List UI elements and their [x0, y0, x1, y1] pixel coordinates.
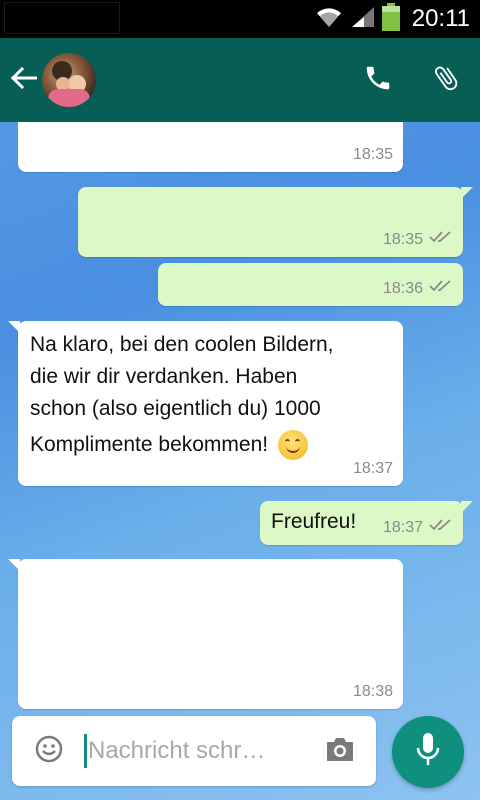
message-time: 18:37	[352, 460, 393, 477]
chat-app-bar	[0, 38, 480, 122]
status-notification-area	[4, 2, 120, 34]
message-incoming[interactable]: Na klaro, bei den coolen Bildern, die wi…	[8, 321, 403, 486]
status-time: 20:11	[411, 5, 470, 32]
read-receipt-icon	[429, 230, 453, 249]
message-meta: 18:35	[383, 230, 453, 249]
message-time: 18:37	[382, 518, 423, 536]
paperclip-icon	[431, 62, 461, 99]
read-receipt-icon	[429, 279, 453, 298]
message-meta: 18:37	[383, 518, 453, 537]
message-input[interactable]	[88, 732, 308, 770]
message-incoming[interactable]: 18:38	[8, 559, 403, 709]
message-incoming[interactable]: 18:35	[18, 122, 403, 172]
voice-message-button[interactable]	[392, 716, 464, 788]
attach-button[interactable]	[428, 62, 464, 98]
back-button[interactable]	[8, 60, 40, 100]
message-text-line: Na klaro, bei den coolen Bildern,	[30, 333, 334, 356]
status-icons: 20:11	[314, 0, 470, 38]
message-outgoing[interactable]: Freufreu! 18:37	[260, 501, 473, 545]
message-meta: 18:35	[353, 146, 393, 164]
message-text-line: die wir dir verdanken. Haben	[30, 365, 298, 388]
text-cursor	[84, 734, 87, 768]
message-meta: 18:37	[353, 460, 393, 478]
status-bar: 20:11	[0, 0, 480, 38]
smiling-face-icon	[277, 430, 308, 461]
emoji-icon	[34, 734, 64, 769]
camera-button[interactable]	[322, 734, 358, 768]
microphone-icon	[413, 730, 443, 775]
message-text-line: Komplimente bekommen!	[30, 433, 269, 456]
signal-icon	[350, 5, 376, 34]
camera-icon	[324, 735, 356, 768]
message-composer	[12, 716, 376, 786]
message-time: 18:38	[352, 683, 393, 700]
message-meta: 18:36	[383, 279, 453, 298]
message-text-line: schon (also eigentlich du) 1000	[30, 397, 321, 420]
battery-icon	[381, 2, 400, 36]
back-arrow-icon	[10, 66, 38, 94]
wifi-icon	[314, 5, 344, 34]
read-receipt-icon	[429, 518, 453, 537]
message-outgoing[interactable]: 18:35	[78, 187, 473, 257]
message-meta: 18:38	[353, 683, 393, 701]
contact-avatar[interactable]	[42, 53, 96, 107]
emoji-button[interactable]	[32, 734, 66, 768]
message-time: 18:35	[382, 230, 423, 248]
message-time: 18:35	[352, 146, 393, 163]
message-time: 18:36	[382, 279, 423, 297]
message-text: Freufreu!	[271, 510, 357, 533]
message-text: Na klaro, bei den coolen Bildern, die wi…	[30, 329, 391, 465]
phone-icon	[363, 63, 393, 98]
message-outgoing[interactable]: 18:36	[158, 263, 463, 306]
call-button[interactable]	[360, 62, 396, 98]
